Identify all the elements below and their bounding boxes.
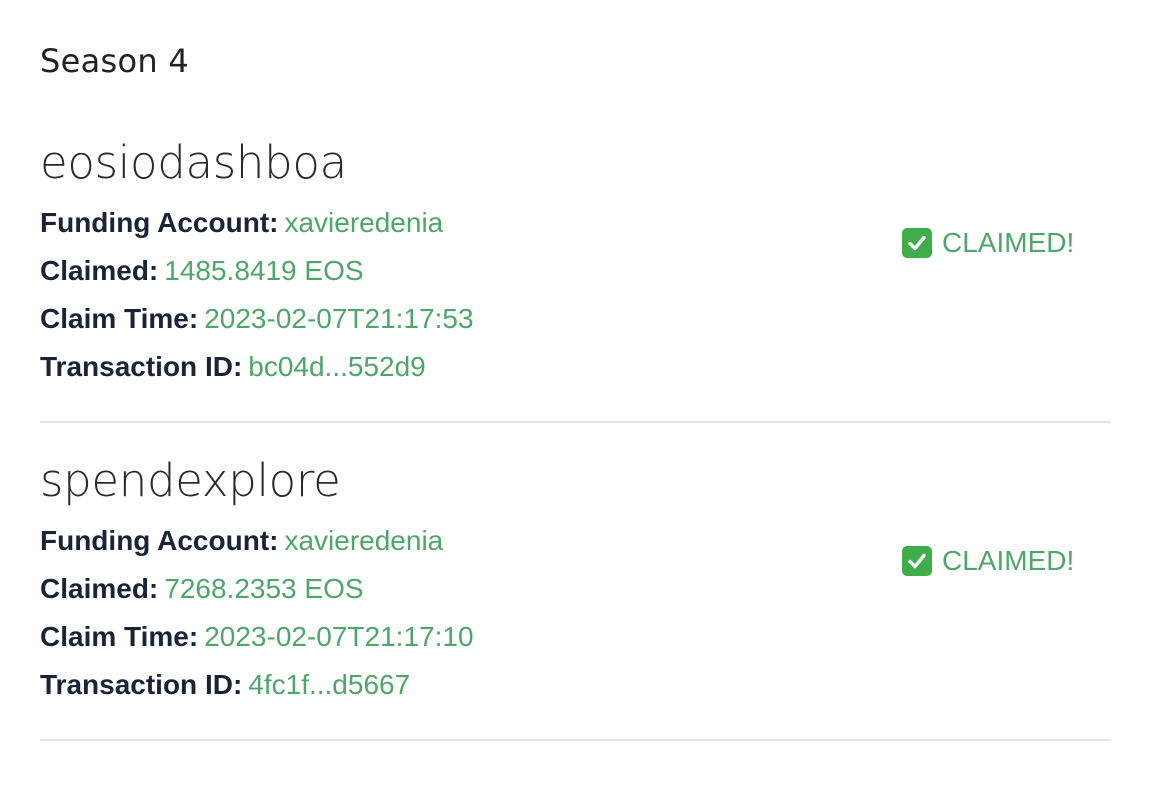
account-name: eosiodashboa: [40, 136, 347, 189]
claimed-amount-value: 1485.8419 EOS: [164, 255, 364, 286]
funding-account-link[interactable]: xavieredenia: [284, 207, 443, 238]
claim-status-text: CLAIMED!: [942, 545, 1075, 576]
check-mark-button-icon: [902, 228, 932, 258]
claim-status-badge: CLAIMED!: [902, 227, 1074, 259]
claim-time-row: Claim Time: 2023-02-07T21:17:10: [40, 621, 474, 653]
transaction-id-link[interactable]: bc04d...552d9: [248, 351, 426, 382]
funding-account-row: Funding Account: xavieredenia: [40, 525, 443, 557]
check-mark-button-icon: [902, 546, 932, 576]
divider: [40, 421, 1111, 423]
claimed-amount-row: Claimed: 7268.2353 EOS: [40, 573, 364, 605]
claim-status-badge: CLAIMED!: [902, 545, 1074, 577]
season-title: Season 4: [40, 42, 190, 80]
transaction-id-row: Transaction ID: bc04d...552d9: [40, 351, 426, 383]
transaction-id-link[interactable]: 4fc1f...d5667: [248, 669, 410, 700]
claim-time-value: 2023-02-07T21:17:53: [204, 303, 474, 334]
claim-time-label: Claim Time:: [40, 303, 199, 334]
claim-time-row: Claim Time: 2023-02-07T21:17:53: [40, 303, 474, 335]
funding-account-label: Funding Account:: [40, 525, 279, 556]
transaction-id-label: Transaction ID:: [40, 351, 243, 382]
claimed-label: Claimed:: [40, 255, 159, 286]
claim-card: spendexplore Funding Account: xavieredeni…: [40, 454, 1111, 741]
funding-account-label: Funding Account:: [40, 207, 279, 238]
claimed-amount-row: Claimed: 1485.8419 EOS: [40, 255, 364, 287]
divider: [40, 739, 1111, 741]
transaction-id-row: Transaction ID: 4fc1f...d5667: [40, 669, 410, 701]
funding-account-row: Funding Account: xavieredenia: [40, 207, 443, 239]
account-name: spendexplore: [40, 454, 341, 507]
claim-time-value: 2023-02-07T21:17:10: [204, 621, 474, 652]
claimed-amount-value: 7268.2353 EOS: [164, 573, 364, 604]
transaction-id-label: Transaction ID:: [40, 669, 243, 700]
claim-status-text: CLAIMED!: [942, 227, 1075, 258]
claim-time-label: Claim Time:: [40, 621, 199, 652]
claim-card: eosiodashboa Funding Account: xavieredeni…: [40, 136, 1111, 423]
claimed-label: Claimed:: [40, 573, 159, 604]
funding-account-link[interactable]: xavieredenia: [284, 525, 443, 556]
